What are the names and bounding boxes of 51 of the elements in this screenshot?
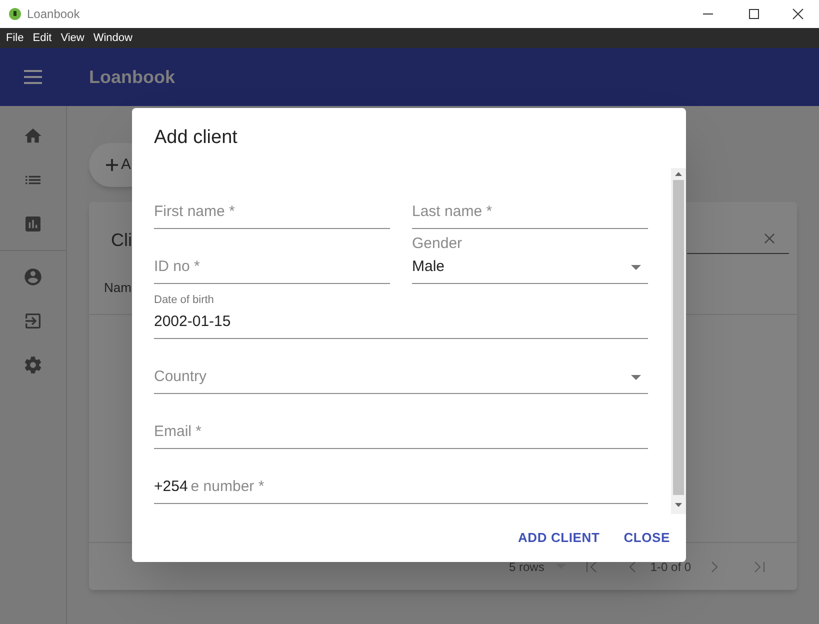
- page-range: 1-0 of 0: [650, 558, 692, 576]
- window-title: Loanbook: [27, 6, 80, 23]
- date-field[interactable]: Date of birth 2002-01-15: [154, 284, 648, 339]
- menu-item[interactable]: Edit: [32, 30, 52, 46]
- plus-icon: [106, 159, 118, 171]
- field-label: Last name *: [412, 202, 492, 222]
- field-label: Email *: [154, 422, 202, 442]
- card-title: Cli: [111, 229, 132, 252]
- last-page-icon[interactable]: [753, 560, 766, 572]
- field-label: Country: [154, 366, 207, 387]
- menu-item[interactable]: View: [60, 30, 84, 46]
- account-icon[interactable]: [23, 267, 43, 287]
- app-title: Loanbook: [89, 66, 175, 88]
- text-field[interactable]: First name *: [154, 174, 390, 229]
- scroll-up-icon[interactable]: [675, 172, 682, 176]
- first-page-icon[interactable]: [586, 560, 598, 572]
- dropdown-caret-icon: [631, 374, 641, 380]
- text-field[interactable]: Email *: [154, 394, 648, 449]
- previous-page-icon[interactable]: [628, 560, 636, 572]
- field-value: 2002-01-15: [154, 312, 232, 332]
- text-field[interactable]: +254 e number *: [154, 449, 648, 504]
- field-label: First name *: [154, 202, 235, 222]
- scrollbar[interactable]: [671, 168, 686, 514]
- menu-icon[interactable]: [24, 70, 42, 84]
- dialog-title: Add client: [154, 126, 238, 150]
- menu-item[interactable]: Window: [93, 30, 132, 46]
- field-value: +254: [154, 476, 188, 497]
- text-field[interactable]: ID no *: [154, 229, 390, 284]
- select-field[interactable]: Country: [154, 339, 648, 394]
- chart-icon[interactable]: [23, 214, 43, 234]
- field-label: e number *: [190, 476, 264, 497]
- field-label: ID no *: [154, 256, 200, 277]
- text-field[interactable]: Last name *: [412, 174, 648, 229]
- close-icon[interactable]: [792, 8, 804, 20]
- clear-icon[interactable]: [764, 233, 775, 244]
- settings-icon[interactable]: [23, 355, 43, 375]
- maximize-icon[interactable]: [748, 8, 760, 20]
- column-header: Nam: [104, 279, 132, 298]
- menu-item[interactable]: File: [6, 30, 24, 46]
- select-field[interactable]: Gender Male: [412, 229, 648, 284]
- next-page-icon[interactable]: [711, 560, 720, 572]
- field-label: Date of birth: [154, 293, 215, 307]
- app-logo-icon: [9, 8, 21, 20]
- scrollbar-thumb[interactable]: [673, 180, 684, 495]
- dialog-button[interactable]: ADD CLIENT: [510, 526, 608, 550]
- scroll-down-icon[interactable]: [675, 503, 682, 507]
- field-label: Gender: [412, 234, 464, 254]
- login-icon[interactable]: [23, 311, 43, 331]
- field-value: Male: [412, 256, 445, 277]
- dropdown-caret-icon: [631, 264, 641, 270]
- dialog-button[interactable]: CLOSE: [616, 526, 678, 550]
